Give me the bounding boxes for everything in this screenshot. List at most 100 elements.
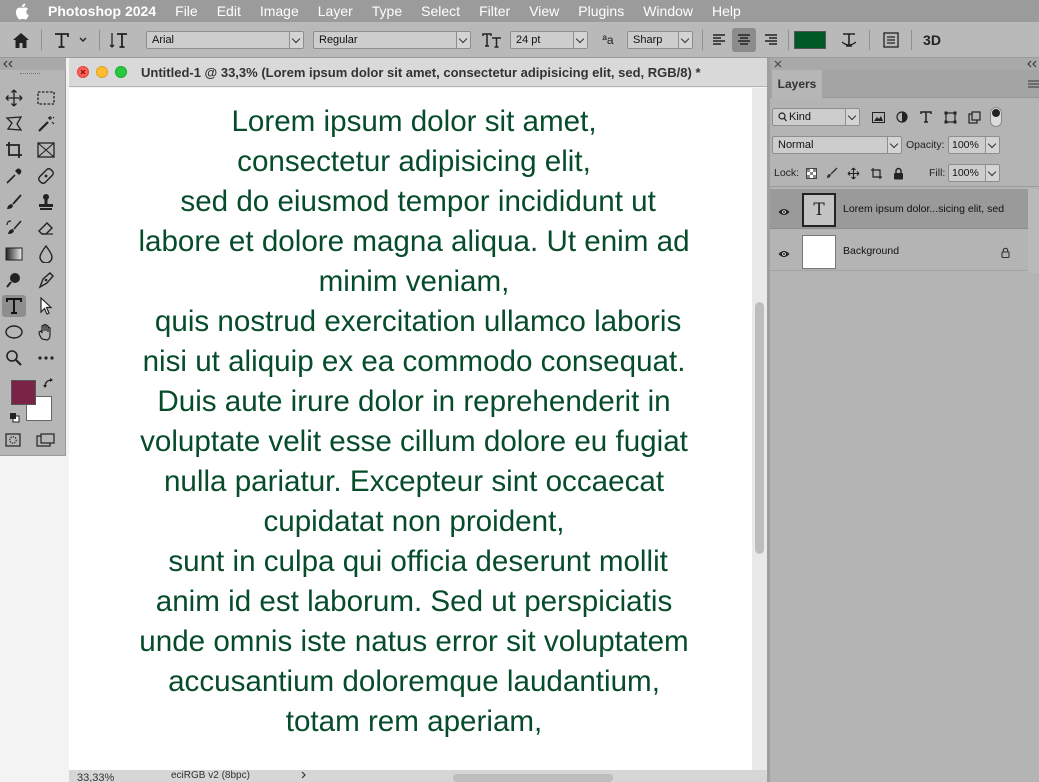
panel-menu-icon[interactable] — [1028, 80, 1039, 88]
blur-tool-icon[interactable] — [34, 243, 58, 265]
dodge-tool-icon[interactable] — [2, 269, 26, 291]
status-menu-arrow-icon[interactable] — [301, 770, 307, 782]
home-icon[interactable] — [10, 30, 32, 50]
menu-layer[interactable]: Layer — [318, 3, 353, 19]
eye-icon[interactable] — [778, 203, 790, 221]
default-colors-icon[interactable] — [9, 410, 20, 428]
antialias-select[interactable]: Sharp — [627, 31, 693, 49]
align-left-icon[interactable] — [708, 30, 730, 50]
brush-tool-icon[interactable] — [2, 191, 26, 213]
text-line: voluptate velit esse cillum dolore eu fu… — [140, 425, 688, 458]
color-profile: eciRGB v2 (8bpc) — [171, 770, 250, 781]
lock-pixels-icon[interactable] — [825, 166, 839, 180]
text-line: minim veniam, — [318, 265, 510, 298]
quick-mask-icon[interactable] — [5, 433, 21, 452]
panel-dock-header[interactable] — [770, 58, 1039, 70]
align-center-icon[interactable] — [732, 28, 756, 52]
opacity-value: 100% — [952, 139, 979, 151]
pen-tool-icon[interactable] — [34, 269, 58, 291]
zoom-window-button[interactable] — [115, 66, 127, 78]
text-color-swatch[interactable] — [794, 31, 826, 49]
layer-name: Background — [843, 245, 900, 257]
menu-window[interactable]: Window — [643, 3, 693, 19]
menu-plugins[interactable]: Plugins — [578, 3, 624, 19]
font-size-select[interactable]: 24 pt — [510, 31, 588, 49]
lock-position-icon[interactable] — [846, 166, 860, 180]
menu-app-name[interactable]: Photoshop 2024 — [48, 3, 156, 19]
filter-adjustment-icon[interactable] — [894, 109, 910, 125]
font-style-select[interactable]: Regular — [313, 31, 471, 49]
history-brush-icon[interactable] — [2, 217, 26, 239]
move-tool-icon[interactable] — [2, 87, 26, 109]
text-line: sed do eiusmod tempor incididunt ut — [172, 185, 656, 218]
crop-tool-icon[interactable] — [2, 139, 26, 161]
eyedropper-tool-icon[interactable] — [2, 165, 26, 187]
menu-select[interactable]: Select — [421, 3, 460, 19]
menu-view[interactable]: View — [529, 3, 559, 19]
lock-artboard-icon[interactable] — [869, 166, 883, 180]
font-size-icon — [481, 30, 503, 50]
filter-kind-select[interactable]: Kind — [772, 108, 860, 126]
tools-panel — [0, 58, 66, 456]
lock-all-icon[interactable] — [891, 166, 905, 180]
text-line: labore et dolore magna aliqua. Ut enim a… — [138, 225, 690, 258]
toolbar-header[interactable] — [0, 58, 66, 70]
3d-button[interactable]: 3D — [920, 30, 944, 50]
menu-filter[interactable]: Filter — [479, 3, 510, 19]
menu-edit[interactable]: Edit — [217, 3, 241, 19]
eraser-tool-icon[interactable] — [34, 217, 58, 239]
menu-type[interactable]: Type — [372, 3, 402, 19]
fill-field[interactable]: 100% — [948, 164, 1000, 182]
horizontal-scroll-thumb[interactable] — [453, 774, 613, 782]
zoom-level[interactable]: 33,33% — [77, 772, 114, 782]
swap-colors-icon[interactable] — [42, 377, 55, 395]
filter-smart-object-icon[interactable] — [966, 109, 982, 125]
menu-help[interactable]: Help — [712, 3, 741, 19]
filter-type-icon[interactable] — [918, 109, 934, 125]
blend-mode-select[interactable]: Normal — [772, 136, 902, 154]
layers-scroll-track[interactable] — [1028, 189, 1039, 273]
type-tool-icon[interactable] — [2, 295, 26, 317]
gradient-tool-icon[interactable] — [2, 243, 26, 265]
close-window-button[interactable] — [77, 66, 89, 78]
frame-tool-icon[interactable] — [34, 139, 58, 161]
layer-row-background[interactable]: Background — [770, 231, 1028, 271]
foreground-color-swatch[interactable] — [11, 380, 36, 405]
more-tools-icon[interactable] — [34, 347, 58, 369]
document-canvas[interactable]: Lorem ipsum dolor sit amet, consectetur … — [69, 88, 752, 770]
magic-wand-icon[interactable] — [34, 113, 58, 135]
eye-icon[interactable] — [778, 245, 790, 263]
layers-panel: Layers Kind Normal Opacity: 100% Lock: F… — [770, 58, 1039, 782]
align-right-icon[interactable] — [760, 30, 782, 50]
healing-brush-icon[interactable] — [34, 165, 58, 187]
text-orientation-icon[interactable] — [108, 30, 130, 50]
character-panel-icon[interactable] — [880, 30, 902, 50]
font-family-select[interactable]: Arial — [146, 31, 304, 49]
minimize-window-button[interactable] — [96, 66, 108, 78]
filter-toggle[interactable] — [990, 107, 1002, 127]
warp-text-icon[interactable] — [838, 30, 860, 50]
apple-icon[interactable] — [14, 3, 34, 20]
lasso-tool-icon[interactable] — [2, 113, 26, 135]
type-tool-preset-icon[interactable] — [52, 30, 88, 50]
filter-pixel-icon[interactable] — [870, 109, 886, 125]
text-layer-content[interactable]: Lorem ipsum dolor sit amet, consectetur … — [69, 102, 752, 742]
zoom-tool-icon[interactable] — [2, 347, 26, 369]
fill-value: 100% — [952, 167, 979, 179]
ellipse-tool-icon[interactable] — [2, 321, 26, 343]
clone-stamp-icon[interactable] — [34, 191, 58, 213]
menu-image[interactable]: Image — [260, 3, 299, 19]
path-selection-icon[interactable] — [34, 295, 58, 317]
marquee-tool-icon[interactable] — [34, 87, 58, 109]
opacity-field[interactable]: 100% — [948, 136, 1000, 154]
screen-mode-icon[interactable] — [36, 433, 56, 452]
hand-tool-icon[interactable] — [34, 321, 58, 343]
document-titlebar[interactable]: Untitled-1 @ 33,3% (Lorem ipsum dolor si… — [69, 58, 767, 87]
tab-layers[interactable]: Layers — [772, 70, 822, 98]
vertical-scroll-thumb[interactable] — [755, 302, 764, 554]
menu-file[interactable]: File — [175, 3, 198, 19]
layer-row-text[interactable]: T Lorem ipsum dolor...sicing elit, sed — [770, 189, 1028, 229]
lock-transparent-icon[interactable] — [804, 166, 818, 180]
filter-shape-icon[interactable] — [942, 109, 958, 125]
toolbar-grip[interactable] — [20, 73, 40, 76]
